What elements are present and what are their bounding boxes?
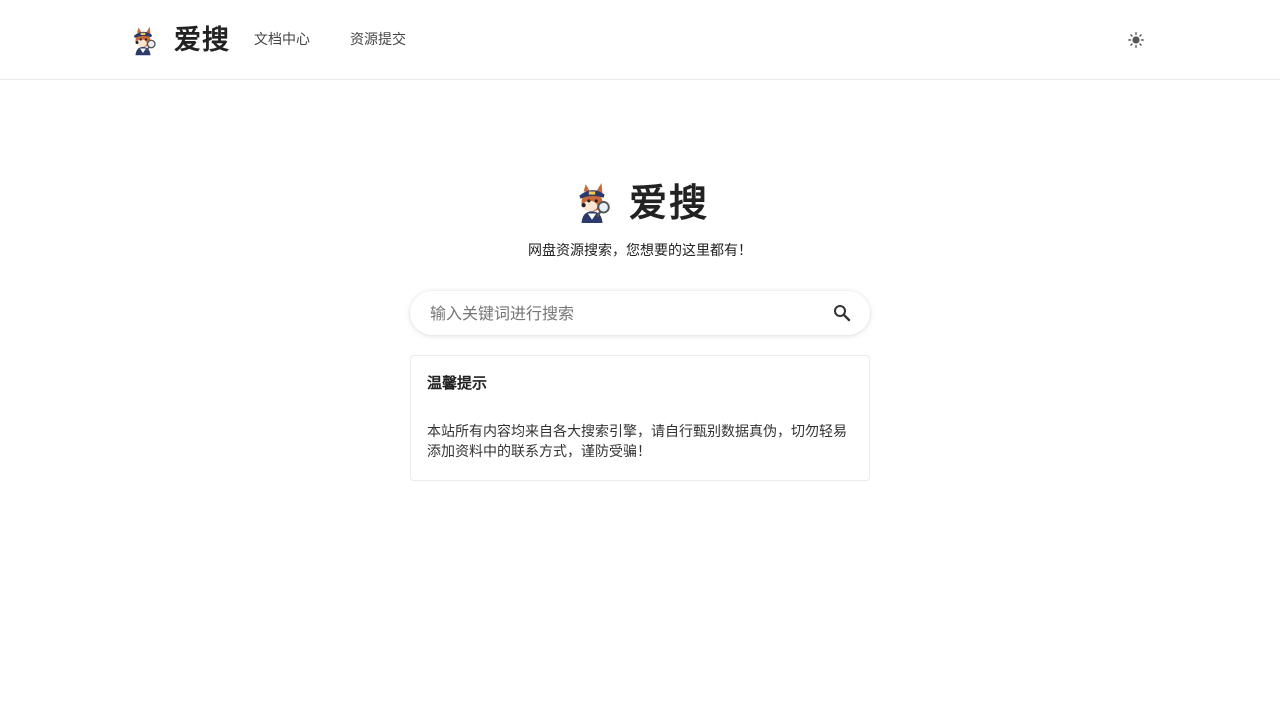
hero-brand: 爱搜: [0, 176, 1280, 230]
notice-card: 温馨提示 本站所有内容均来自各大搜索引擎，请自行甄别数据真伪，切勿轻易添加资料中…: [410, 355, 870, 481]
sun-icon: [1128, 32, 1144, 48]
nav-submit-resource-link[interactable]: 资源提交: [350, 30, 406, 50]
mascot-logo-icon: [134, 26, 156, 56]
header-brand-name: 爱搜: [174, 25, 230, 56]
theme-toggle-button[interactable]: [1124, 28, 1148, 52]
search-icon: [834, 305, 851, 322]
top-header: 爱搜 文档中心 资源提交: [0, 0, 1280, 80]
notice-body: 本站所有内容均来自各大搜索引擎，请自行甄别数据真伪，切勿轻易添加资料中的联系方式…: [427, 424, 847, 460]
hero-brand-name: 爱搜: [628, 181, 709, 225]
notice-title: 温馨提示: [427, 374, 488, 392]
main-nav: 文档中心 资源提交: [254, 30, 406, 50]
nav-docs-link[interactable]: 文档中心: [254, 30, 310, 50]
search-button[interactable]: [832, 303, 852, 323]
mascot-hero-icon: [579, 183, 610, 223]
header-brand-link[interactable]: 爱搜: [128, 22, 230, 60]
search-box: [410, 291, 870, 335]
search-input[interactable]: [410, 291, 810, 335]
hero-tagline: 网盘资源搜索，您想要的这里都有！: [528, 243, 752, 259]
